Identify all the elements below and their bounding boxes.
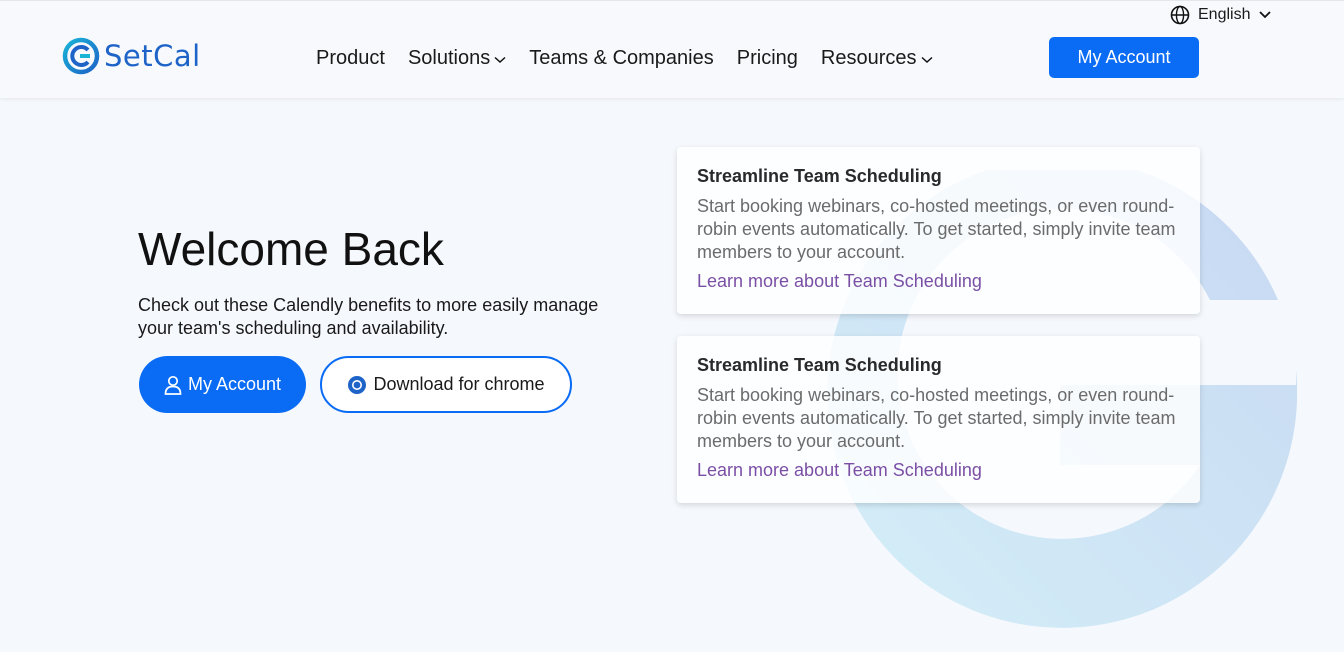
nav-label: Pricing bbox=[736, 46, 798, 69]
site-header: SetCal English Product Solutions Teams &… bbox=[0, 0, 1344, 98]
chevron-down-icon bbox=[494, 56, 506, 64]
my-account-button[interactable]: My Account bbox=[139, 356, 306, 413]
user-icon bbox=[164, 375, 182, 395]
nav-label: Resources bbox=[820, 46, 917, 69]
my-account-button-label: My Account bbox=[187, 374, 282, 394]
language-label: English bbox=[1198, 6, 1251, 23]
language-selector[interactable]: English bbox=[1170, 4, 1272, 26]
card-text: Start booking webinars, co-hosted meetin… bbox=[697, 385, 1176, 451]
download-chrome-label: Download for chrome bbox=[373, 374, 545, 394]
brand-name: SetCal bbox=[104, 38, 201, 73]
download-chrome-button[interactable]: Download for chrome bbox=[320, 356, 572, 413]
learn-more-link[interactable]: Learn more about Team Scheduling bbox=[697, 460, 1180, 481]
nav-item-resources[interactable]: Resources bbox=[821, 47, 933, 70]
nav-label: Teams & Companies bbox=[529, 46, 714, 69]
chevron-down-icon bbox=[920, 56, 933, 64]
learn-more-link[interactable]: Learn more about Team Scheduling bbox=[697, 271, 1180, 292]
chrome-icon bbox=[348, 375, 367, 394]
brand-logo[interactable]: SetCal bbox=[62, 36, 201, 76]
setcal-logo-icon bbox=[62, 37, 100, 75]
nav-item-teams-companies[interactable]: Teams & Companies bbox=[529, 47, 714, 70]
feature-card: Streamline Team Scheduling Start booking… bbox=[677, 336, 1200, 503]
nav-label: Solutions bbox=[407, 46, 491, 69]
hero-subtitle: Check out these Calendly benefits to mor… bbox=[138, 295, 599, 338]
card-text: Start booking webinars, co-hosted meetin… bbox=[697, 196, 1176, 262]
main-nav: Product Solutions Teams & Companies Pric… bbox=[316, 45, 956, 71]
chevron-down-icon bbox=[1259, 11, 1272, 19]
nav-item-solutions[interactable]: Solutions bbox=[408, 47, 506, 70]
nav-item-pricing[interactable]: Pricing bbox=[737, 47, 798, 70]
page-title: Welcome Back bbox=[138, 223, 444, 275]
my-account-header-button[interactable]: My Account bbox=[1049, 37, 1199, 78]
globe-icon bbox=[1170, 5, 1190, 25]
nav-item-product[interactable]: Product bbox=[316, 47, 385, 70]
card-title: Streamline Team Scheduling bbox=[697, 166, 942, 186]
feature-card: Streamline Team Scheduling Start booking… bbox=[677, 147, 1200, 314]
card-title: Streamline Team Scheduling bbox=[697, 355, 942, 375]
nav-label: Product bbox=[316, 46, 385, 69]
